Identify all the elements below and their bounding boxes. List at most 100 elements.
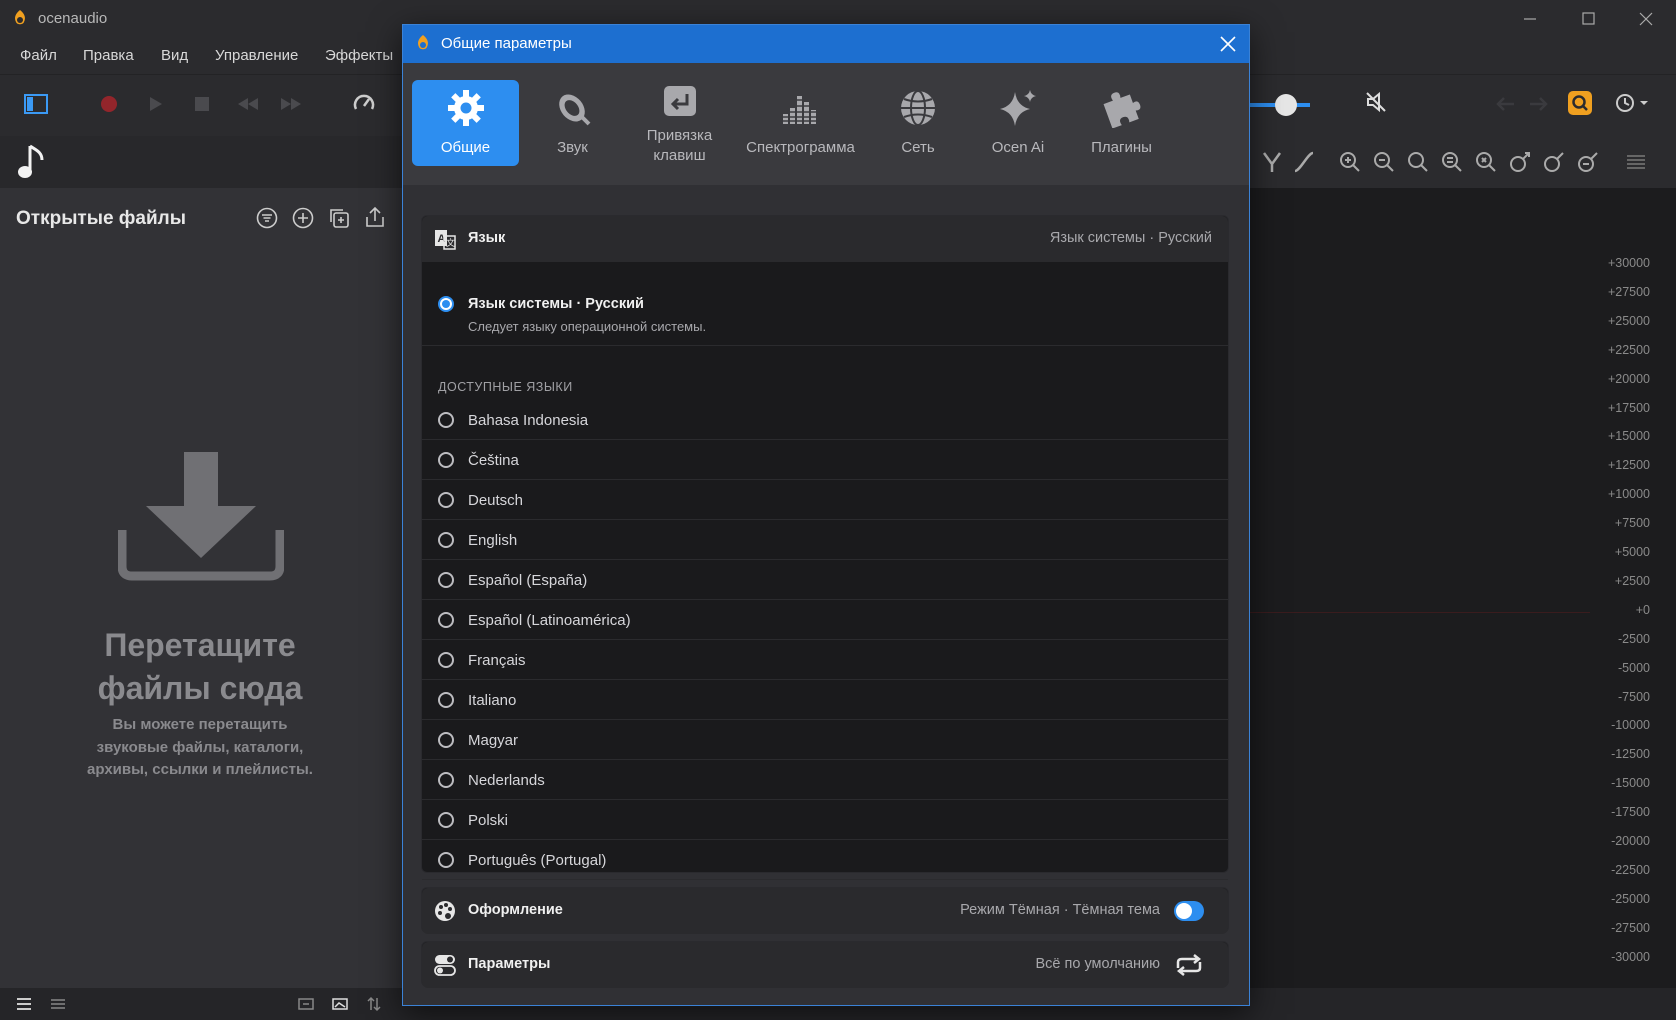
download-drop-icon	[118, 452, 284, 582]
zoom-fit-icon[interactable]	[1406, 150, 1430, 174]
amplitude-tick-label: +17500	[1607, 400, 1650, 415]
mute-speaker-icon[interactable]	[1365, 91, 1387, 113]
language-name: Bahasa Indonesia	[468, 412, 589, 429]
language-option[interactable]: Bahasa Indonesia	[422, 400, 1228, 440]
rewind-icon[interactable]	[237, 97, 259, 111]
drop-files-subtitle: Вы можете перетащить звуковые файлы, кат…	[87, 716, 313, 778]
language-option[interactable]: Nederlands	[422, 760, 1228, 800]
system-language-option[interactable]: Язык системы · Русский Следует языку опе…	[422, 262, 1228, 346]
close-window-button[interactable]	[1634, 8, 1658, 30]
language-radio[interactable]	[438, 412, 454, 428]
tab-key-bindings[interactable]: Привязка клавиш	[626, 80, 733, 166]
tab-network[interactable]: Сеть	[868, 80, 968, 166]
amplitude-tick-label: +2500	[1614, 573, 1650, 588]
language-option[interactable]: Deutsch	[422, 480, 1228, 520]
parameters-card[interactable]: Параметры Всё по умолчанию	[421, 941, 1229, 988]
minimize-button[interactable]	[1518, 8, 1542, 30]
volume-slider[interactable]	[1250, 91, 1310, 121]
sort-icon[interactable]	[366, 996, 382, 1012]
menu-control[interactable]: Управление	[215, 47, 298, 64]
vertical-zoom-reset-icon[interactable]	[1576, 150, 1600, 174]
language-option[interactable]: Español (Latinoamérica)	[422, 600, 1228, 640]
amplitude-tick-label: +7500	[1614, 516, 1650, 531]
language-option[interactable]: Čeština	[422, 440, 1228, 480]
play-icon[interactable]	[148, 95, 164, 113]
language-radio[interactable]	[438, 852, 454, 868]
language-option[interactable]: Português (Portugal)	[422, 840, 1228, 880]
language-name: English	[468, 532, 518, 549]
menu-view[interactable]: Вид	[161, 47, 188, 64]
language-radio[interactable]	[438, 732, 454, 748]
maximize-button[interactable]	[1576, 8, 1600, 30]
system-language-label: Язык системы · Русский	[468, 296, 644, 312]
drop-files-title: Перетащите файлы сюда	[97, 627, 303, 706]
list-view-icon[interactable]	[16, 997, 32, 1011]
search-highlight-icon[interactable]	[1568, 91, 1592, 115]
theme-toggle[interactable]	[1174, 901, 1204, 921]
stop-icon[interactable]	[194, 96, 210, 112]
export-icon[interactable]	[364, 205, 386, 229]
vertical-zoom-in-icon[interactable]	[1508, 150, 1532, 174]
amplitude-tick-label: -10000	[1611, 718, 1650, 733]
fast-forward-icon[interactable]	[280, 97, 302, 111]
duplicate-file-icon[interactable]	[328, 207, 350, 229]
language-radio[interactable]	[438, 572, 454, 588]
amplitude-tick-label: -12500	[1611, 747, 1650, 762]
tab-sound[interactable]: Звук	[519, 80, 626, 166]
sparkle-icon	[998, 88, 1038, 128]
fork-icon[interactable]	[1260, 150, 1284, 174]
language-radio[interactable]	[438, 532, 454, 548]
music-note-icon	[16, 142, 48, 182]
language-option[interactable]: Español (España)	[422, 560, 1228, 600]
language-radio[interactable]	[438, 492, 454, 508]
add-file-icon[interactable]	[292, 207, 314, 229]
menu-file[interactable]: Файл	[20, 47, 57, 64]
zoom-out-icon[interactable]	[1372, 150, 1396, 174]
tab-key-bindings-label: Привязка клавиш	[646, 127, 713, 164]
language-option[interactable]: Italiano	[422, 680, 1228, 720]
globe-icon	[898, 88, 938, 128]
vertical-zoom-out-icon[interactable]	[1542, 150, 1566, 174]
language-radio[interactable]	[438, 812, 454, 828]
language-radio[interactable]	[438, 652, 454, 668]
language-option[interactable]: English	[422, 520, 1228, 560]
system-language-radio[interactable]	[438, 296, 454, 312]
sidebar-toggle-icon[interactable]	[24, 93, 48, 115]
system-language-description: Следует языку операционной системы.	[468, 319, 707, 334]
zoom-in-icon[interactable]	[1338, 150, 1362, 174]
close-icon[interactable]	[1219, 35, 1237, 53]
tab-spectrogram[interactable]: Спектрограмма	[733, 80, 868, 166]
tab-plugins[interactable]: Плагины	[1068, 80, 1175, 166]
menu-edit[interactable]: Правка	[83, 47, 134, 64]
compact-view-icon[interactable]	[50, 997, 66, 1011]
zoom-all-icon[interactable]	[1474, 150, 1498, 174]
reset-icon[interactable]	[1174, 954, 1204, 976]
image-view-icon[interactable]	[332, 996, 348, 1012]
language-option[interactable]: Polski	[422, 800, 1228, 840]
curve-icon[interactable]	[1292, 150, 1316, 174]
zoom-selection-icon[interactable]	[1440, 150, 1464, 174]
language-option[interactable]: Magyar	[422, 720, 1228, 760]
appearance-card[interactable]: Оформление Режим Тёмная · Тёмная тема	[421, 887, 1229, 934]
tab-general[interactable]: Общие	[412, 80, 519, 166]
language-radio[interactable]	[438, 692, 454, 708]
language-option[interactable]: Français	[422, 640, 1228, 680]
collapse-icon[interactable]	[298, 996, 314, 1012]
language-radio[interactable]	[438, 772, 454, 788]
list-options-icon[interactable]	[1624, 150, 1648, 174]
record-icon[interactable]	[100, 95, 118, 113]
language-radio[interactable]	[438, 612, 454, 628]
filter-icon[interactable]	[256, 207, 278, 229]
tab-general-label: Общие	[440, 139, 491, 156]
language-name: Español (España)	[468, 572, 588, 589]
back-arrow-icon[interactable]	[1496, 97, 1516, 111]
history-icon[interactable]	[1614, 91, 1650, 115]
forward-arrow-icon[interactable]	[1528, 97, 1548, 111]
amplitude-tick-label: -30000	[1611, 949, 1650, 964]
speed-gauge-icon[interactable]	[352, 91, 376, 115]
language-card-header[interactable]: A文 Язык Язык системы · Русский	[422, 216, 1228, 262]
menu-effects[interactable]: Эффекты	[325, 47, 393, 64]
tab-ocen-ai[interactable]: Ocen Ai	[968, 80, 1068, 166]
language-current-value: Язык системы · Русский	[1049, 230, 1212, 246]
language-radio[interactable]	[438, 452, 454, 468]
